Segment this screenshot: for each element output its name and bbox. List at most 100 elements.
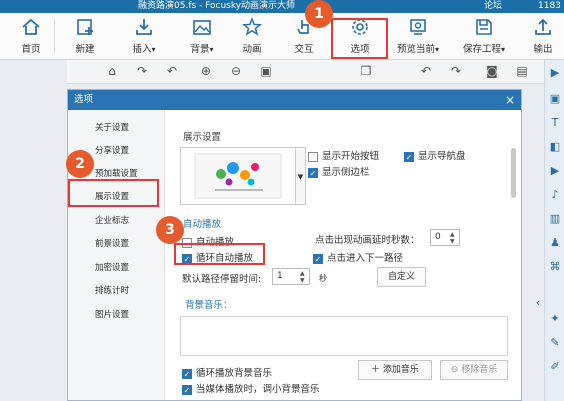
dropdown-caret-icon[interactable]: ▾ (152, 45, 156, 54)
zoom-in-icon[interactable]: ⊕ (199, 64, 213, 78)
checkbox-checked[interactable]: ✓ (182, 368, 192, 379)
stepper-down-icon[interactable]: ▼ (450, 238, 458, 245)
remove-music-button[interactable]: ⊖ 移除音乐 (440, 360, 508, 380)
redo-arrow-icon[interactable]: ↷ (449, 64, 463, 78)
tool-shape-icon[interactable]: ◧ (548, 140, 562, 154)
remove-icon: ⊖ (450, 365, 462, 375)
music-list[interactable] (180, 316, 508, 356)
tool-chart-icon[interactable]: ▥ (548, 212, 562, 226)
title-bar: 融资路演05.fs - Focusky动画演示大师 论坛 1183 (0, 0, 564, 13)
click-next-option[interactable]: ✓ 点击进入下一路径 (313, 250, 403, 264)
plus-icon: ＋ (371, 365, 383, 375)
sidebar-item-encryption[interactable]: 加密设置 (68, 261, 164, 273)
preview-current-button[interactable]: 预览当前▾ (390, 13, 446, 60)
add-music-button[interactable]: ＋ 添加音乐 (358, 360, 432, 380)
menu-user[interactable]: 1183 (538, 0, 561, 13)
export-button[interactable]: 输出 (524, 13, 562, 60)
dialog-title: 选项 (74, 94, 94, 105)
tool-video-icon[interactable]: ▶ (548, 164, 562, 178)
insert-icon (136, 19, 152, 35)
step-badge-2: 2 (66, 150, 94, 178)
tool-flash-icon[interactable]: ✦ (548, 312, 562, 326)
autoplay-heading: 自动播放 (183, 219, 222, 230)
seconds-unit: 秒 (319, 274, 327, 283)
dropdown-caret-icon[interactable]: ▾ (210, 45, 214, 54)
collapse-arrow-icon[interactable]: ‹ (531, 296, 545, 310)
right-tool-bar: ▶ ▣ T ◧ ▶ ♪ ▥ ♟ ⌘ ‹ ✦ ✎ ✐ (536, 60, 564, 401)
checkbox-checked[interactable]: ✓ (313, 253, 323, 264)
show-nav-bar-option[interactable]: ✓ 显示导航盘 (404, 148, 466, 162)
checkbox-checked[interactable]: ✓ (182, 384, 192, 395)
stepper-up-icon[interactable]: ▲ (300, 270, 308, 277)
theme-preview[interactable] (180, 147, 296, 205)
sidebar-item-rehearsal[interactable]: 排练计时 (68, 284, 164, 296)
menu-forum[interactable]: 论坛 (484, 0, 502, 13)
stepper-up-icon[interactable]: ▲ (450, 231, 458, 238)
image-icon[interactable]: ▣ (259, 64, 273, 78)
show-sidebar-option[interactable]: ✓ 显示侧边栏 (308, 164, 370, 178)
tool-image-icon[interactable]: ▣ (548, 92, 562, 106)
camera-icon[interactable]: ◙ (485, 64, 499, 78)
delay-label: 点击出现动画延时秒数： (315, 235, 420, 246)
sidebar-item-image[interactable]: 图片设置 (68, 308, 164, 320)
tool-pen-icon[interactable]: ✎ (548, 336, 562, 350)
bg-music-heading: 背景音乐： (185, 300, 233, 311)
sidebar-item-foreground[interactable]: 前景设置 (68, 237, 164, 249)
display-settings-highlight-box (68, 179, 159, 207)
loop-bg-music-option[interactable]: ✓ 循环播放背景音乐 (182, 365, 272, 379)
undo-icon[interactable]: ↶ (165, 64, 179, 78)
save-icon (476, 19, 492, 35)
dropdown-caret-icon[interactable]: ▾ (435, 45, 439, 54)
main-toolbar: 首页 新建 插入▾ 背景▾ 动画 交互 选项 预览当前▾ 保存工程▾ 输出 (0, 13, 564, 60)
delay-stepper[interactable]: 0 ▲ ▼ (430, 229, 460, 246)
theme-preview-image (194, 153, 282, 199)
zoom-out-icon[interactable]: ⊖ (229, 64, 243, 78)
show-start-button-option[interactable]: 显示开始按钮 (308, 148, 379, 162)
save-project-button[interactable]: 保存工程▾ (456, 13, 512, 60)
theme-dropdown-button[interactable]: ▼ (296, 147, 306, 205)
home-button[interactable]: 首页 (12, 13, 50, 60)
animation-button[interactable]: 动画 (232, 13, 272, 60)
tool-music-icon[interactable]: ♪ (548, 188, 562, 202)
frame-icon[interactable]: ▤ (515, 64, 529, 78)
default-stay-stepper[interactable]: 1 ▲ ▼ (272, 268, 310, 285)
close-icon[interactable]: × (505, 90, 515, 110)
copy-icon[interactable]: ❐ (359, 64, 373, 78)
background-button[interactable]: 背景▾ (178, 13, 226, 60)
new-icon (77, 19, 93, 35)
sidebar-item-about[interactable]: 关于设置 (68, 121, 164, 133)
dialog-title-bar: 选项 × (68, 90, 521, 110)
tool-edit-icon[interactable]: ✐ (548, 360, 562, 374)
background-icon (193, 20, 211, 35)
checkbox[interactable] (308, 151, 318, 162)
sidebar-item-logo[interactable]: 企业标志 (68, 214, 164, 226)
animation-icon (242, 17, 262, 36)
tool-arrow-icon[interactable]: ▶ (548, 66, 562, 80)
stepper-down-icon[interactable]: ▼ (300, 277, 308, 284)
window-title: 融资路演05.fs - Focusky动画演示大师 (138, 1, 296, 11)
dropdown-caret-icon[interactable]: ▾ (501, 45, 505, 54)
insert-button[interactable]: 插入▾ (120, 13, 168, 60)
preview-icon (410, 19, 426, 35)
lower-volume-option[interactable]: ✓ 当媒体播放时，调小背景音乐 (182, 381, 320, 395)
undo-arrow-icon[interactable]: ↶ (419, 64, 433, 78)
home-small-icon[interactable]: ⌂ (105, 64, 119, 78)
new-button[interactable]: 新建 (64, 13, 106, 60)
step-badge-3: 3 (156, 216, 184, 244)
redo-icon[interactable]: ↷ (135, 64, 149, 78)
export-icon (535, 18, 551, 35)
tool-role-icon[interactable]: ♟ (548, 236, 562, 250)
home-icon (22, 18, 40, 35)
scrollbar[interactable] (511, 148, 516, 198)
tool-text-icon[interactable]: T (548, 116, 562, 130)
canvas-left-area (0, 60, 67, 401)
custom-button[interactable]: 自定义 (377, 267, 426, 287)
checkbox-checked[interactable]: ✓ (308, 167, 318, 178)
edit-toolbar: ⌂ ↷ ↶ ⊕ ⊖ ▣ ❐ ↶ ↷ ◙ ▤ (67, 60, 544, 84)
tool-link-icon[interactable]: ⌘ (548, 260, 562, 274)
options-dialog: 选项 × 关于设置 分享设置 预加载设置 展示设置 企业标志 前景设置 加密设置… (67, 89, 522, 401)
default-stay-label: 默认路径停留时间: (182, 274, 262, 285)
step-badge-1: 1 (305, 0, 333, 28)
checkbox-checked[interactable]: ✓ (404, 151, 414, 162)
toolbar-divider (54, 19, 55, 53)
